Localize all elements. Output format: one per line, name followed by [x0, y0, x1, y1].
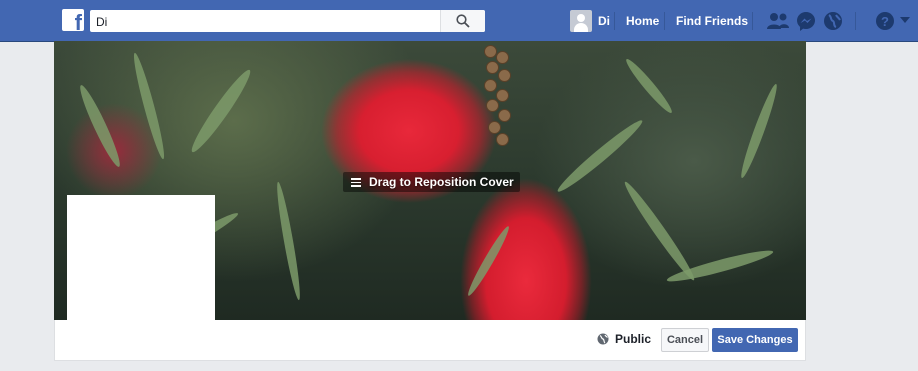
- notifications-globe-icon[interactable]: [823, 11, 843, 31]
- drag-to-reposition-hint[interactable]: Drag to Reposition Cover: [343, 172, 520, 192]
- leaf: [622, 55, 676, 117]
- facebook-logo[interactable]: f: [62, 9, 84, 31]
- facebook-logo-letter: f: [74, 10, 82, 32]
- leaf: [620, 178, 699, 284]
- find-friends-link[interactable]: Find Friends: [676, 14, 748, 28]
- nav-divider: [752, 12, 753, 30]
- leaf: [464, 224, 513, 298]
- leaf: [737, 82, 781, 180]
- profile-name: Di: [598, 14, 610, 28]
- svg-text:?: ?: [881, 14, 889, 29]
- globe-icon: [597, 333, 609, 345]
- top-navigation-bar: f Di Home Find Friends: [0, 0, 918, 42]
- messenger-icon[interactable]: [796, 11, 816, 31]
- save-changes-button[interactable]: Save Changes: [712, 328, 798, 352]
- search-icon: [456, 14, 470, 28]
- leaf: [75, 82, 125, 170]
- search-box: [90, 10, 485, 32]
- privacy-selector[interactable]: Public: [597, 332, 651, 346]
- privacy-label: Public: [615, 332, 652, 346]
- leaf: [273, 181, 304, 301]
- leaf: [554, 116, 646, 196]
- leaf: [186, 66, 256, 156]
- nav-divider: [855, 12, 856, 30]
- profile-picture[interactable]: [67, 195, 215, 325]
- cancel-button[interactable]: Cancel: [661, 328, 709, 352]
- friend-requests-icon[interactable]: [766, 11, 790, 31]
- drag-to-reposition-label: Drag to Reposition Cover: [369, 175, 514, 189]
- search-button[interactable]: [440, 10, 485, 32]
- avatar: [570, 10, 592, 32]
- profile-link[interactable]: Di: [570, 10, 610, 32]
- nav-divider: [614, 12, 615, 30]
- search-input[interactable]: [94, 12, 448, 32]
- nav-divider: [664, 12, 665, 30]
- drag-handle-icon: [351, 178, 361, 187]
- home-link[interactable]: Home: [626, 14, 659, 28]
- help-icon[interactable]: ?: [875, 11, 895, 31]
- seed-pods: [482, 45, 512, 155]
- leaf: [129, 51, 169, 161]
- account-menu-caret-icon[interactable]: [900, 17, 910, 24]
